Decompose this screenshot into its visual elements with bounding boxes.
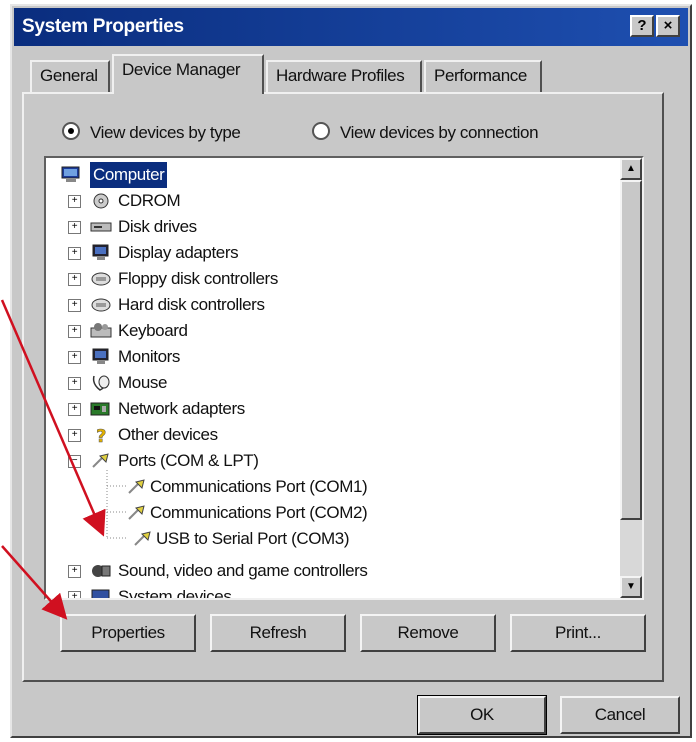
device-tree[interactable]: Computer + CDROM + Disk drives + Display… [44, 156, 644, 600]
tree-item-label: USB to Serial Port (COM3) [156, 529, 350, 548]
tree-item-label: Other devices [118, 425, 218, 444]
properties-button[interactable]: Properties [60, 614, 196, 652]
tree-item-com1[interactable]: Communications Port (COM1) [46, 474, 606, 500]
expand-icon[interactable]: + [68, 377, 81, 390]
tree-item-label: System devices [118, 587, 232, 600]
print-button[interactable]: Print... [510, 614, 646, 652]
help-button[interactable]: ? [630, 15, 654, 37]
expand-icon[interactable]: + [68, 403, 81, 416]
tab-device-manager[interactable]: Device Manager [112, 54, 264, 94]
controller-icon [91, 272, 111, 286]
tree-item-label: Hard disk controllers [118, 295, 265, 314]
tree-item-mouse[interactable]: + Mouse [46, 370, 606, 396]
system-device-icon [91, 589, 110, 598]
tab-performance[interactable]: Performance [424, 60, 542, 92]
disk-drive-icon [90, 222, 112, 232]
tree-item-label: Display adapters [118, 243, 239, 262]
tree-item-keyboard[interactable]: + Keyboard [46, 318, 606, 344]
radio-view-by-type[interactable]: View devices by type [62, 122, 241, 143]
tree-item-display-adapters[interactable]: + Display adapters [46, 240, 606, 266]
tree-item-hard-disk-controllers[interactable]: + Hard disk controllers [46, 292, 606, 318]
expand-icon[interactable]: + [68, 351, 81, 364]
scroll-thumb[interactable] [620, 180, 642, 520]
tree-item-com2[interactable]: Communications Port (COM2) [46, 500, 606, 526]
tree-item-label: Sound, video and game controllers [118, 561, 368, 580]
computer-icon [61, 166, 80, 182]
vertical-scrollbar[interactable]: ▲ ▼ [620, 158, 642, 598]
radio-by-type-label: View devices by type [90, 123, 241, 142]
expand-icon[interactable]: + [68, 565, 81, 578]
tree-root-label: Computer [90, 162, 168, 188]
svg-text:?: ? [96, 426, 106, 444]
window-title: System Properties [22, 16, 184, 37]
tree-item-label: Keyboard [118, 321, 188, 340]
port-icon [128, 505, 145, 520]
expand-icon[interactable]: + [68, 299, 81, 312]
collapse-icon[interactable]: − [68, 455, 81, 468]
cdrom-icon [93, 193, 109, 209]
port-icon [134, 531, 151, 546]
tree-item-label: Ports (COM & LPT) [118, 451, 259, 470]
scroll-up-icon[interactable]: ▲ [620, 158, 642, 180]
tree-item-label: Mouse [118, 373, 168, 392]
tree-item-label: CDROM [118, 191, 181, 210]
tree-item-monitors[interactable]: + Monitors [46, 344, 606, 370]
scroll-down-icon[interactable]: ▼ [620, 576, 642, 598]
remove-button[interactable]: Remove [360, 614, 496, 652]
tree-item-label: Communications Port (COM1) [150, 477, 368, 496]
tree-item-cdrom[interactable]: + CDROM [46, 188, 606, 214]
question-mark-icon: ? [96, 426, 107, 444]
expand-icon[interactable]: + [68, 247, 81, 260]
tree-item-network-adapters[interactable]: + Network adapters [46, 396, 606, 422]
tree-item-label: Floppy disk controllers [118, 269, 278, 288]
title-bar[interactable]: System Properties ? × [14, 8, 688, 46]
controller-icon [91, 298, 111, 312]
refresh-button[interactable]: Refresh [210, 614, 346, 652]
tree-item-com3[interactable]: USB to Serial Port (COM3) [46, 526, 606, 552]
tree-item-system-devices[interactable]: + System devices [46, 584, 606, 600]
tree-item-other-devices[interactable]: + ? Other devices [46, 422, 606, 448]
tree-item-disk-drives[interactable]: + Disk drives [46, 214, 606, 240]
tree-item-floppy-controllers[interactable]: + Floppy disk controllers [46, 266, 606, 292]
radio-unchecked-icon [312, 122, 330, 140]
ok-button[interactable]: OK [417, 695, 547, 735]
expand-icon[interactable]: + [68, 325, 81, 338]
radio-by-connection-label: View devices by connection [340, 123, 539, 142]
expand-icon[interactable]: + [68, 429, 81, 442]
tree-item-label: Monitors [118, 347, 180, 366]
tree-item-label: Disk drives [118, 217, 197, 236]
expand-icon[interactable]: + [68, 221, 81, 234]
expand-icon[interactable]: + [68, 195, 81, 208]
tree-item-sound[interactable]: + Sound, video and game controllers [46, 558, 606, 584]
tab-general[interactable]: General [30, 60, 110, 92]
cancel-button[interactable]: Cancel [560, 696, 680, 734]
radio-view-by-connection[interactable]: View devices by connection [312, 122, 539, 143]
expand-icon[interactable]: + [68, 273, 81, 286]
radio-checked-icon [62, 122, 80, 140]
tab-hardware-profiles[interactable]: Hardware Profiles [266, 60, 422, 92]
port-icon [92, 453, 109, 468]
mouse-icon [92, 375, 110, 391]
sound-icon [92, 565, 111, 577]
network-adapter-icon [90, 402, 110, 416]
monitor-icon [92, 348, 109, 364]
port-icon [128, 479, 145, 494]
tree-item-label: Network adapters [118, 399, 245, 418]
display-adapter-icon [92, 244, 109, 260]
tree-item-label: Communications Port (COM2) [150, 503, 368, 522]
expand-icon[interactable]: + [68, 591, 81, 598]
keyboard-icon [90, 323, 112, 338]
close-button[interactable]: × [656, 15, 680, 37]
